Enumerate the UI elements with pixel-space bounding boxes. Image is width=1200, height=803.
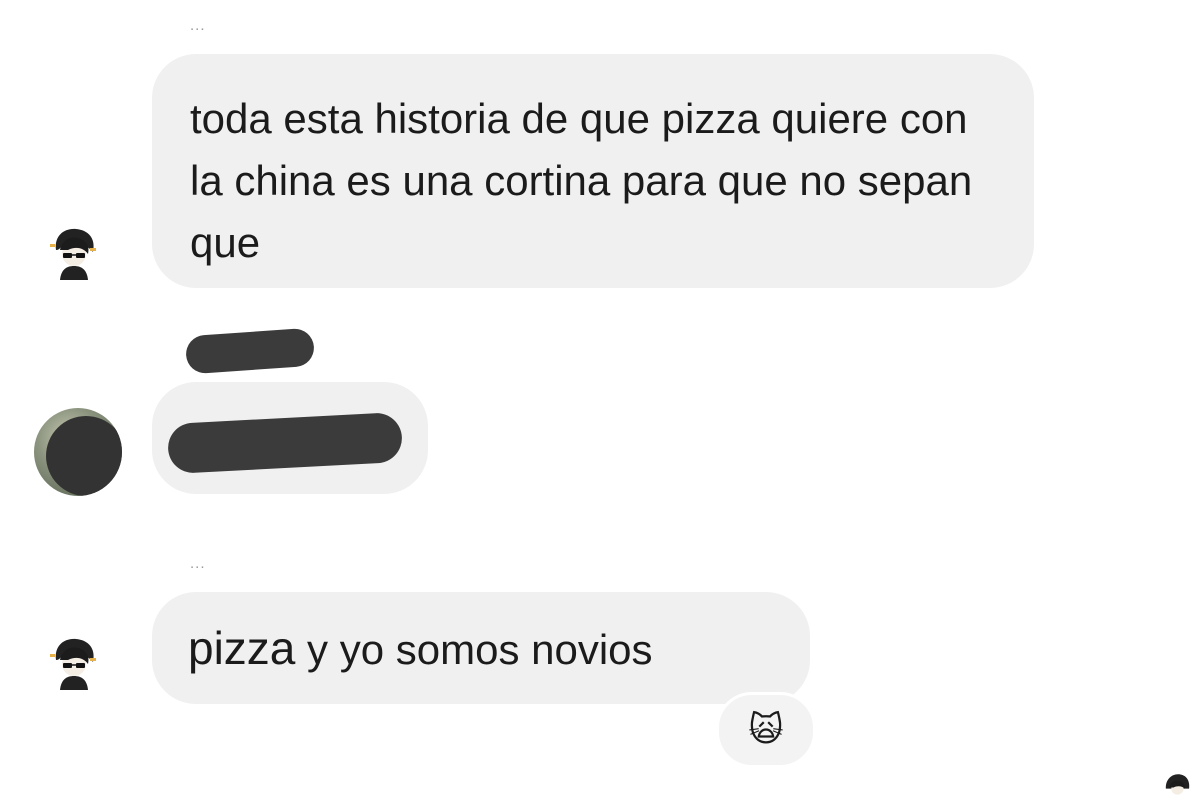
sender-name-placeholder: ... [190, 17, 206, 34]
reaction-badge[interactable]: 🙀 [716, 692, 816, 768]
highlighted-name-text: pizza [661, 95, 760, 142]
message-bubble[interactable]: pizza y yo somos novios [152, 592, 810, 704]
highlighted-name: pizza [655, 88, 824, 150]
seen-avatar-icon [1165, 774, 1190, 795]
sender-name-placeholder: ... [190, 555, 206, 572]
screaming-cat-icon: 🙀 [748, 711, 784, 749]
highlighted-name: pizza [184, 622, 344, 674]
highlighted-name-text: pizza [188, 622, 296, 674]
user-avatar-icon[interactable] [46, 224, 102, 280]
message-bubble[interactable]: toda esta historia de que pizza quiere c… [152, 54, 1034, 288]
message-text-end: y yo somos novios [295, 626, 653, 673]
message-text-start: toda esta historia de que [190, 95, 662, 142]
redacted-avatar-icon[interactable] [34, 408, 122, 496]
avatar-redaction [46, 416, 122, 496]
user-avatar-icon[interactable] [46, 634, 102, 690]
redacted-sender-name [184, 327, 316, 375]
